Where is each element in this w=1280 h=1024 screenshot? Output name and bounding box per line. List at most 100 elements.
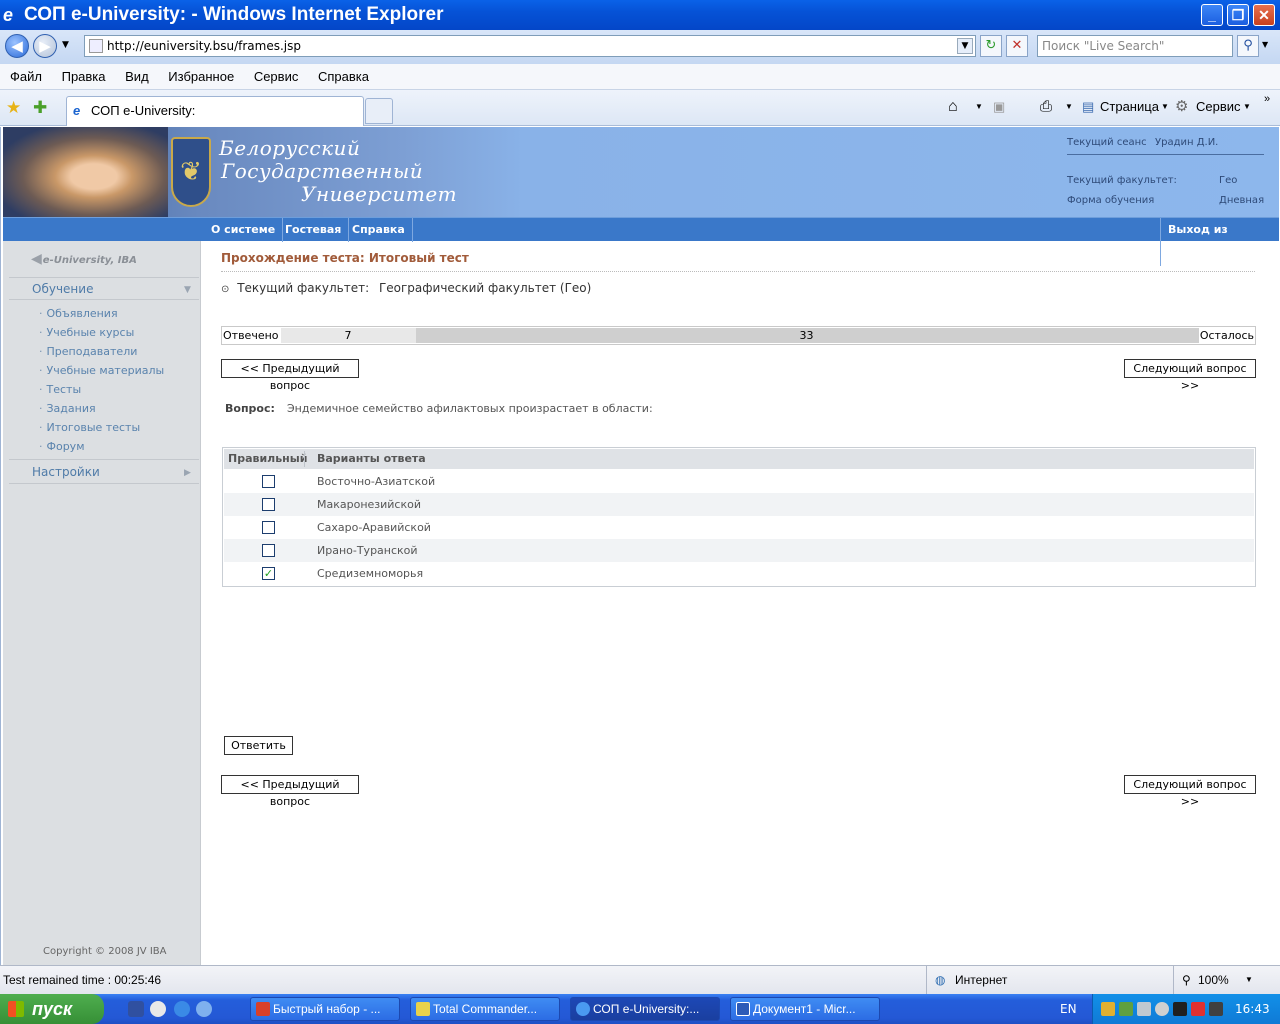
home-dropdown-icon[interactable]: ▼	[975, 90, 983, 126]
add-favorites-icon[interactable]: ✚	[33, 98, 47, 118]
page-menu-icon: ▤	[1082, 99, 1095, 114]
back-button[interactable]: ◀	[5, 34, 29, 58]
tray-network-icon[interactable]	[1101, 1002, 1115, 1016]
quicklaunch-ie-icon[interactable]	[174, 1001, 190, 1017]
menu-favorites[interactable]: Избранное	[160, 64, 242, 90]
task-total-commander[interactable]: Total Commander...	[410, 997, 560, 1021]
sidebar-item-assignments[interactable]: Задания	[39, 402, 96, 415]
url-field[interactable]: http://euniversity.bsu/frames.jsp ▼	[84, 35, 976, 57]
search-input[interactable]: Поиск "Live Search"	[1037, 35, 1233, 57]
faculty-label: Текущий факультет:	[237, 281, 370, 295]
home-icon[interactable]: ⌂	[948, 90, 958, 126]
sidebar-item-announcements[interactable]: Объявления	[39, 307, 118, 320]
nav-help[interactable]: Справка	[345, 218, 413, 242]
refresh-button[interactable]: ↻	[980, 35, 1002, 57]
feeds-icon[interactable]: ▣	[993, 90, 1005, 126]
page-dropdown-icon[interactable]: ▼	[1161, 90, 1169, 126]
answer-checkbox[interactable]: ✓	[262, 567, 275, 580]
menu-file[interactable]: Файл	[0, 64, 50, 90]
answered-count: 7	[344, 329, 352, 342]
answer-checkbox[interactable]	[262, 498, 275, 511]
window-title-bar[interactable]: e СОП e-University: - Windows Internet E…	[0, 0, 1280, 30]
next-question-button-bottom[interactable]: Следующий вопрос >>	[1124, 775, 1256, 808]
quicklaunch-save-icon[interactable]	[128, 1001, 144, 1017]
menu-edit[interactable]: Правка	[54, 64, 114, 90]
stop-button[interactable]: ✕	[1006, 35, 1028, 57]
task-quick-dial[interactable]: Быстрый набор - ...	[250, 997, 400, 1021]
tray-safely-remove-icon[interactable]	[1137, 1002, 1151, 1016]
forward-button[interactable]: ▶	[33, 34, 57, 58]
zoom-level[interactable]: 100%	[1198, 966, 1229, 994]
zoom-icon[interactable]: ⚲	[1182, 966, 1191, 994]
task-word-document[interactable]: Документ1 - Micr...	[730, 997, 880, 1021]
menu-tools[interactable]: Сервис	[246, 64, 307, 90]
sidebar-divider	[9, 483, 199, 484]
language-indicator[interactable]: EN	[1060, 994, 1077, 1024]
sidebar-section-settings[interactable]: Настройки	[32, 465, 100, 479]
tray-sound-icon[interactable]	[1155, 1002, 1169, 1016]
quicklaunch-browser-icon[interactable]	[196, 1001, 212, 1017]
sidebar-item-forum[interactable]: Форум	[39, 440, 85, 453]
sidebar-item-final-tests[interactable]: Итоговые тесты	[39, 421, 141, 434]
page-menu-button[interactable]: Страница	[1100, 90, 1159, 126]
tools-dropdown-icon[interactable]: ▼	[1243, 90, 1251, 126]
search-icon[interactable]: ⚲	[1237, 35, 1259, 57]
answer-text: Сахаро-Аравийской	[317, 521, 431, 534]
sidebar-divider	[9, 277, 199, 278]
status-divider	[926, 966, 927, 994]
quicklaunch-media-icon[interactable]	[150, 1001, 166, 1017]
sidebar: ◀e-University, IBA Обучение ▼ Объявления…	[3, 241, 201, 965]
sidebar-item-materials[interactable]: Учебные материалы	[39, 364, 165, 377]
gear-icon: ⚙	[1175, 98, 1189, 115]
tray-antivirus-icon[interactable]	[1173, 1002, 1187, 1016]
prev-question-button[interactable]: << Предыдущий вопрос	[221, 359, 359, 392]
print-icon[interactable]: ⎙	[1040, 90, 1052, 126]
favorites-star-icon[interactable]: ★	[6, 98, 21, 118]
prev-question-button-bottom[interactable]: << Предыдущий вопрос	[221, 775, 359, 808]
minimize-button[interactable]: _	[1201, 4, 1223, 26]
tray-app-icon[interactable]	[1191, 1002, 1205, 1016]
sidebar-item-courses[interactable]: Учебные курсы	[39, 326, 135, 339]
answer-submit-button[interactable]: Ответить	[224, 736, 293, 755]
new-tab-button[interactable]	[365, 98, 393, 124]
banner-photo	[3, 127, 168, 217]
zoom-dropdown-icon[interactable]: ▼	[1245, 966, 1253, 994]
table-row: Сахаро-Аравийской	[224, 516, 1254, 539]
history-dropdown-icon[interactable]: ▼	[62, 40, 69, 50]
nav-about[interactable]: О системе	[204, 218, 284, 242]
close-button[interactable]: ✕	[1253, 4, 1275, 26]
tab-ie-icon: e	[73, 103, 81, 118]
search-options-icon[interactable]: ▼	[1262, 40, 1268, 49]
start-button[interactable]: пуск	[0, 994, 104, 1024]
chevron-down-icon[interactable]: ▼	[184, 285, 191, 295]
tools-menu-button[interactable]: Сервис	[1196, 90, 1241, 126]
nav-guestbook[interactable]: Гостевая	[278, 218, 350, 242]
url-dropdown-icon[interactable]: ▼	[957, 38, 973, 54]
answer-text: Восточно-Азиатской	[317, 475, 436, 488]
tray-update-icon[interactable]	[1119, 1002, 1133, 1016]
next-question-button[interactable]: Следующий вопрос >>	[1124, 359, 1256, 392]
maximize-button[interactable]: ❐	[1227, 4, 1249, 26]
task-euniversity[interactable]: СОП e-University:...	[570, 997, 720, 1021]
answer-checkbox[interactable]	[262, 521, 275, 534]
menu-help[interactable]: Справка	[310, 64, 377, 90]
chevron-right-icon[interactable]: ▶	[184, 468, 191, 478]
menu-view[interactable]: Вид	[117, 64, 157, 90]
banner: ❦ Белорусский Государственный Университе…	[3, 127, 1279, 217]
logout-link[interactable]: Выход из системы	[1160, 218, 1279, 266]
col-variants: Варианты ответа	[317, 452, 426, 465]
table-row: Ирано-Туранской	[224, 539, 1254, 562]
answer-checkbox[interactable]	[262, 544, 275, 557]
sidebar-item-teachers[interactable]: Преподаватели	[39, 345, 138, 358]
tray-mail-icon[interactable]	[1209, 1002, 1223, 1016]
answered-label: Отвечено	[223, 329, 279, 342]
table-row: Макаронезийской	[224, 493, 1254, 516]
answer-checkbox[interactable]	[262, 475, 275, 488]
sidebar-section-learning[interactable]: Обучение	[32, 282, 93, 296]
more-commands-icon[interactable]: »	[1264, 82, 1270, 118]
progress-bar: Отвечено 7 33 Осталось	[221, 326, 1256, 345]
sidebar-item-tests[interactable]: Тесты	[39, 383, 82, 396]
print-dropdown-icon[interactable]: ▼	[1065, 90, 1073, 126]
tab-current[interactable]: e СОП e-University:	[66, 96, 364, 126]
remaining-count: 33	[799, 329, 814, 342]
